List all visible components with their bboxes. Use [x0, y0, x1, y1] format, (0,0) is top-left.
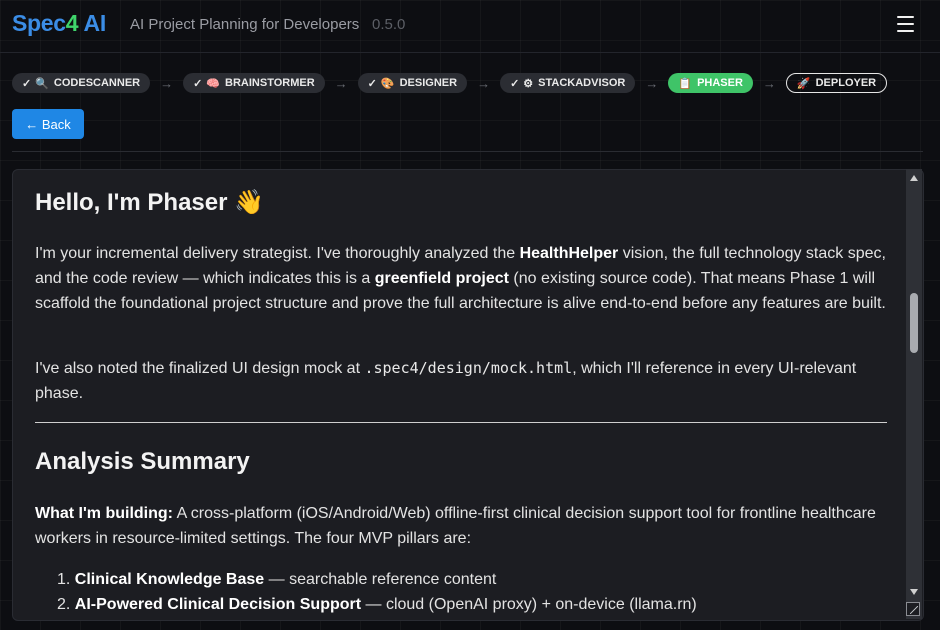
rocket-icon: 🚀 [796, 77, 811, 90]
arrow-right-icon: → [334, 75, 348, 91]
list-number: 2. [57, 596, 71, 613]
greeting-heading: Hello, I'm Phaser 👋 [35, 189, 264, 216]
check-icon: ✓ [510, 77, 520, 90]
step-phaser[interactable]: 📋 PHASER [668, 73, 753, 93]
scroll-up-arrow-icon[interactable] [910, 175, 918, 181]
check-icon: ✓ [367, 77, 377, 90]
arrow-right-icon: → [477, 75, 491, 91]
brain-icon: 🧠 [206, 77, 221, 90]
mock-paragraph: I've also noted the finalized UI design … [35, 356, 887, 406]
logo-text-spec: Spec [12, 10, 66, 36]
step-brainstormer[interactable]: ✓ 🧠 BRAINSTORMER [183, 73, 325, 93]
check-icon: ✓ [193, 77, 203, 90]
arrow-right-icon: → [645, 75, 659, 91]
back-button[interactable]: ← Back [12, 109, 84, 139]
step-stackadvisor[interactable]: ✓ ⚙ STACKADVISOR [500, 73, 636, 93]
app-subtitle: AI Project Planning for Developers [130, 16, 360, 33]
palette-icon: 🎨 [380, 77, 395, 90]
step-deployer[interactable]: 🚀 DEPLOYER [785, 73, 888, 93]
arrow-right-icon: → [160, 75, 174, 91]
pillar-desc: — cloud (OpenAI proxy) + on-device (llam… [361, 596, 697, 613]
scroll-down-arrow-icon[interactable] [910, 589, 918, 595]
app-logo[interactable]: Spec4 AI [12, 10, 106, 37]
step-label: STACKADVISOR [538, 77, 626, 89]
step-label: BRAINSTORMER [225, 77, 315, 89]
mock-text: I've also noted the finalized UI design … [35, 360, 365, 377]
magnifier-icon: 🔍 [35, 77, 49, 90]
intro-text: I'm your incremental delivery strategist… [35, 245, 520, 262]
building-paragraph: What I'm building: A cross-platform (iOS… [35, 501, 887, 551]
list-number: 1. [57, 571, 71, 588]
gear-icon: ⚙ [523, 77, 534, 90]
scrollbar-thumb[interactable] [910, 293, 918, 353]
clipboard-icon: 📋 [678, 77, 693, 90]
project-name: HealthHelper [519, 245, 619, 262]
app-header: Spec4 AI AI Project Planning for Develop… [0, 0, 940, 53]
pillar-title: AI-Powered Clinical Decision Support [74, 596, 362, 613]
step-codescanner[interactable]: ✓ 🔍 CODESCANNER [12, 73, 151, 93]
logo-text-ai: AI [78, 10, 107, 36]
pillars-list: 1. Clinical Knowledge Base — searchable … [57, 567, 697, 617]
pipeline-steps: ✓ 🔍 CODESCANNER → ✓ 🧠 BRAINSTORMER → ✓ 🎨… [12, 73, 888, 93]
step-label: DEPLOYER [815, 77, 877, 89]
step-label: PHASER [697, 77, 743, 89]
arrow-right-icon: → [762, 75, 776, 91]
horizontal-rule [35, 422, 887, 423]
pillar-desc: — searchable reference content [264, 571, 497, 588]
step-label: CODESCANNER [53, 77, 141, 89]
step-designer[interactable]: ✓ 🎨 DESIGNER [357, 73, 468, 93]
resize-grip-icon[interactable] [906, 602, 920, 616]
chat-message-panel[interactable]: Hello, I'm Phaser 👋 I'm your incremental… [12, 169, 924, 621]
list-item: 2. AI-Powered Clinical Decision Support … [57, 592, 697, 617]
building-label: What I'm building: [35, 505, 173, 522]
app-version: 0.5.0 [372, 16, 406, 33]
intro-paragraph: I'm your incremental delivery strategist… [35, 241, 887, 316]
check-icon: ✓ [22, 77, 32, 90]
divider [12, 151, 923, 152]
project-type: greenfield project [374, 270, 509, 287]
list-item: 1. Clinical Knowledge Base — searchable … [57, 567, 697, 592]
logo-text-4: 4 [65, 10, 79, 36]
pillar-title: Clinical Knowledge Base [74, 571, 265, 588]
hamburger-menu-icon[interactable] [897, 16, 915, 32]
analysis-summary-heading: Analysis Summary [35, 448, 250, 475]
mock-path-code: .spec4/design/mock.html [364, 359, 573, 377]
vertical-scrollbar[interactable] [906, 169, 922, 619]
step-label: DESIGNER [399, 77, 458, 89]
